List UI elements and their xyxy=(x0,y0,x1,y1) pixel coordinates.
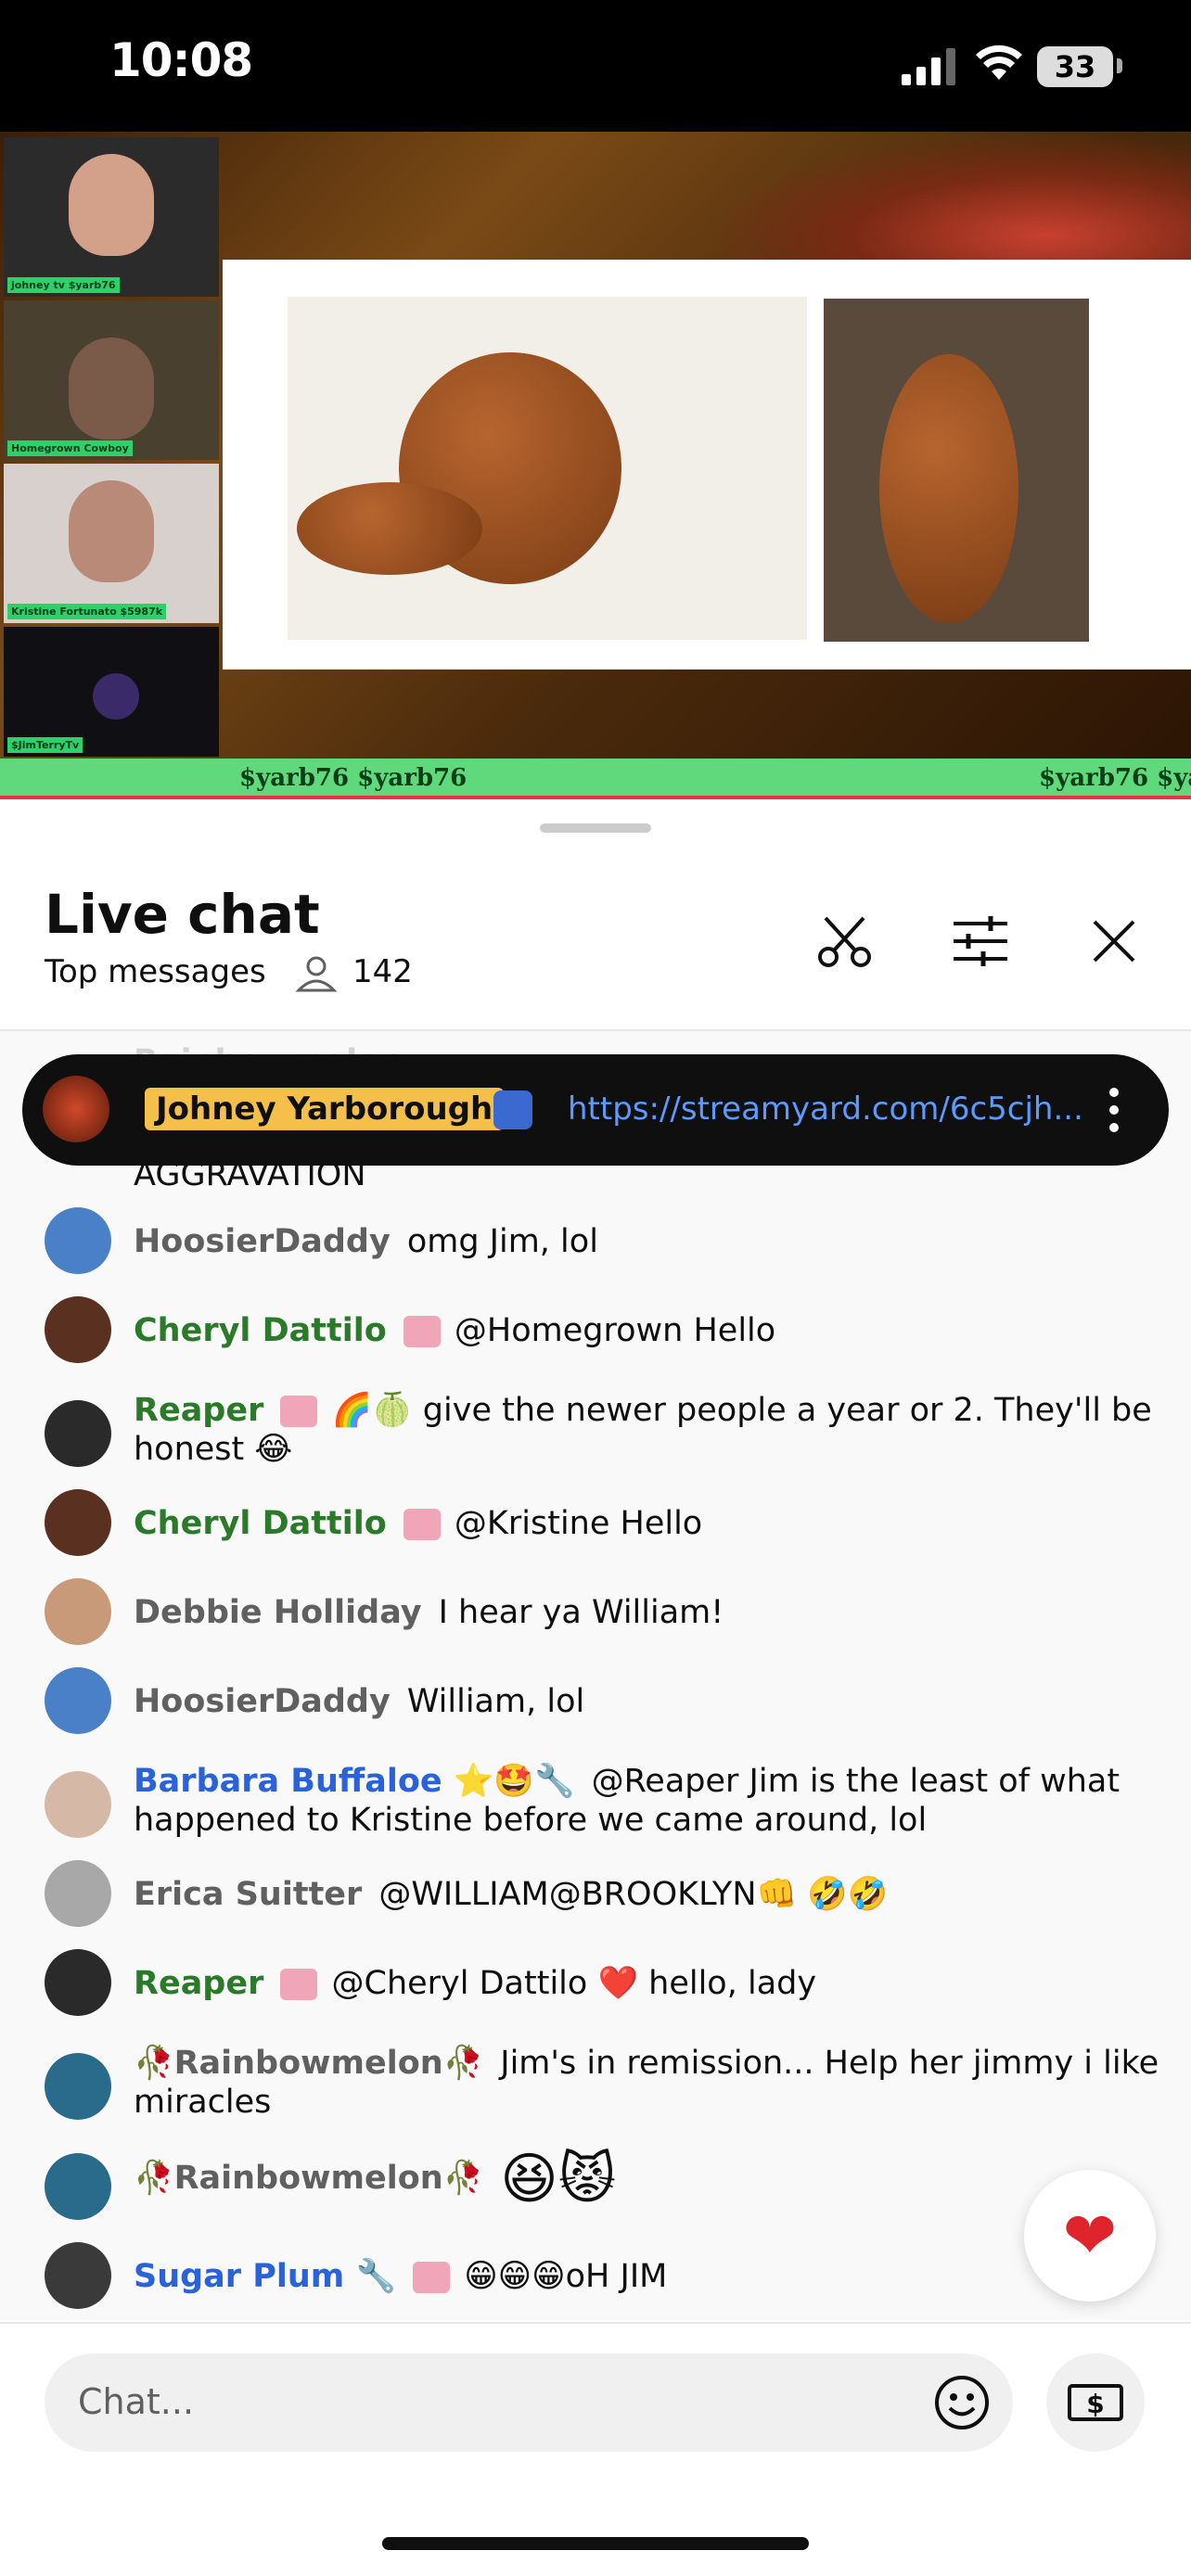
super-chat-button[interactable]: $ xyxy=(1046,2353,1145,2452)
avatar[interactable] xyxy=(45,1400,111,1467)
message-author[interactable]: HoosierDaddy xyxy=(134,1683,391,1720)
message-author[interactable]: 🥀Rainbowmelon🥀 xyxy=(134,2045,483,2082)
pinned-badge-icon xyxy=(493,1090,532,1129)
message-text: 😁😁😁oH JIM xyxy=(464,2258,668,2295)
avatar[interactable] xyxy=(45,1771,111,1838)
message-text: I hear ya William! xyxy=(438,1594,724,1631)
message-author[interactable]: Erica Suitter xyxy=(134,1876,362,1913)
avatar[interactable] xyxy=(45,1296,111,1363)
heart-reaction-button[interactable]: ❤ xyxy=(1024,2170,1156,2302)
pinned-link[interactable]: https://streamyard.com/6c5cjh... xyxy=(568,1090,1083,1128)
drag-handle[interactable] xyxy=(540,823,651,833)
avatar[interactable] xyxy=(45,2053,111,2120)
divider xyxy=(0,2322,1191,2324)
avatar[interactable] xyxy=(45,1949,111,2016)
circus-tent-background xyxy=(705,132,1191,261)
message-text: @Kristine Hello xyxy=(454,1505,703,1542)
cam-tile: Kristine Fortunato $5987k xyxy=(4,464,219,623)
pinned-avatar[interactable] xyxy=(43,1076,109,1142)
cam-label: $JimTerryTv xyxy=(7,737,83,753)
member-badge-icon xyxy=(280,1396,318,1427)
message-author[interactable]: Cheryl Dattilo xyxy=(134,1312,387,1349)
member-badge-icon xyxy=(403,1509,441,1540)
ticker-text: $yarb76 $yar xyxy=(1039,764,1191,792)
cam-tile: johney tv $yarb76 xyxy=(4,137,219,297)
more-vert-icon[interactable] xyxy=(1100,1085,1128,1135)
avatar[interactable] xyxy=(45,2153,111,2220)
person-icon xyxy=(295,956,338,992)
avatar[interactable] xyxy=(45,1578,111,1645)
message-author[interactable]: Sugar Plum 🔧 xyxy=(134,2258,396,2295)
chat-list[interactable]: Rainbowmelon AGGRAVATION HoosierDaddyomg… xyxy=(0,1031,1191,2320)
message-author[interactable]: 🥀Rainbowmelon🥀 xyxy=(134,2160,483,2197)
status-time: 10:08 xyxy=(109,33,253,87)
message-text: omg Jim, lol xyxy=(406,1223,598,1260)
avatar[interactable] xyxy=(45,2242,111,2309)
message-author[interactable]: Barbara Buffaloe ⭐🤩🔧 xyxy=(134,1763,575,1800)
avatar[interactable] xyxy=(45,1207,111,1274)
viewer-count: 142 xyxy=(352,953,413,990)
message-author[interactable]: Reaper xyxy=(134,1392,263,1429)
message-author[interactable]: HoosierDaddy xyxy=(134,1223,391,1260)
ticker-text: $yarb76 $yarb76 xyxy=(239,764,467,792)
avatar[interactable] xyxy=(45,1667,111,1734)
live-chat-title: Live chat xyxy=(45,883,320,946)
dollar-icon: $ xyxy=(1068,2384,1123,2421)
cam-label: Kristine Fortunato $5987k xyxy=(7,604,167,619)
cam-tile: Homegrown Cowboy xyxy=(4,300,219,460)
emoji-icon[interactable] xyxy=(933,2374,991,2431)
member-badge-icon xyxy=(403,1316,441,1347)
scissors-icon[interactable] xyxy=(813,909,877,974)
home-indicator[interactable] xyxy=(382,2537,809,2550)
status-bar: 10:08 33 xyxy=(0,0,1191,132)
top-messages-dropdown[interactable]: Top messages xyxy=(45,953,266,990)
pinned-author[interactable]: Johney Yarborough xyxy=(145,1088,505,1130)
message-text: William, lol xyxy=(406,1683,585,1720)
cam-label: johney tv $yarb76 xyxy=(7,277,120,293)
stream-ticker: $yarb76 $yarb76 $yarb76 $yar xyxy=(0,759,1191,799)
close-icon[interactable] xyxy=(1082,909,1146,974)
message-author[interactable]: Reaper xyxy=(134,1965,263,2002)
cam-label: Homegrown Cowboy xyxy=(7,440,133,456)
avatar[interactable] xyxy=(45,1860,111,1927)
message-text: @WILLIAM@BROOKLYN👊 🤣🤣 xyxy=(378,1876,889,1913)
slide-image xyxy=(824,299,1089,642)
member-badge-icon xyxy=(280,1969,318,2000)
battery-icon: 33 xyxy=(1037,46,1113,87)
message-text: @Cheryl Dattilo ❤️ hello, lady xyxy=(331,1965,817,2002)
cam-tile: $JimTerryTv xyxy=(4,627,219,757)
wifi-icon xyxy=(976,45,1022,80)
message-author[interactable]: Debbie Holliday xyxy=(134,1594,422,1631)
message-author[interactable]: Cheryl Dattilo xyxy=(134,1505,387,1542)
chat-input-placeholder: Chat... xyxy=(78,2381,195,2422)
svg-text:$: $ xyxy=(1086,2389,1104,2419)
avatar[interactable] xyxy=(45,1489,111,1556)
message-text: 😆😾 xyxy=(500,2147,617,2212)
tune-icon[interactable] xyxy=(948,909,1013,974)
slide-image xyxy=(288,297,807,640)
cellular-signal-icon xyxy=(902,48,955,85)
battery-tip xyxy=(1117,58,1122,73)
message-text: @Homegrown Hello xyxy=(454,1312,776,1349)
member-badge-icon xyxy=(413,2262,451,2293)
